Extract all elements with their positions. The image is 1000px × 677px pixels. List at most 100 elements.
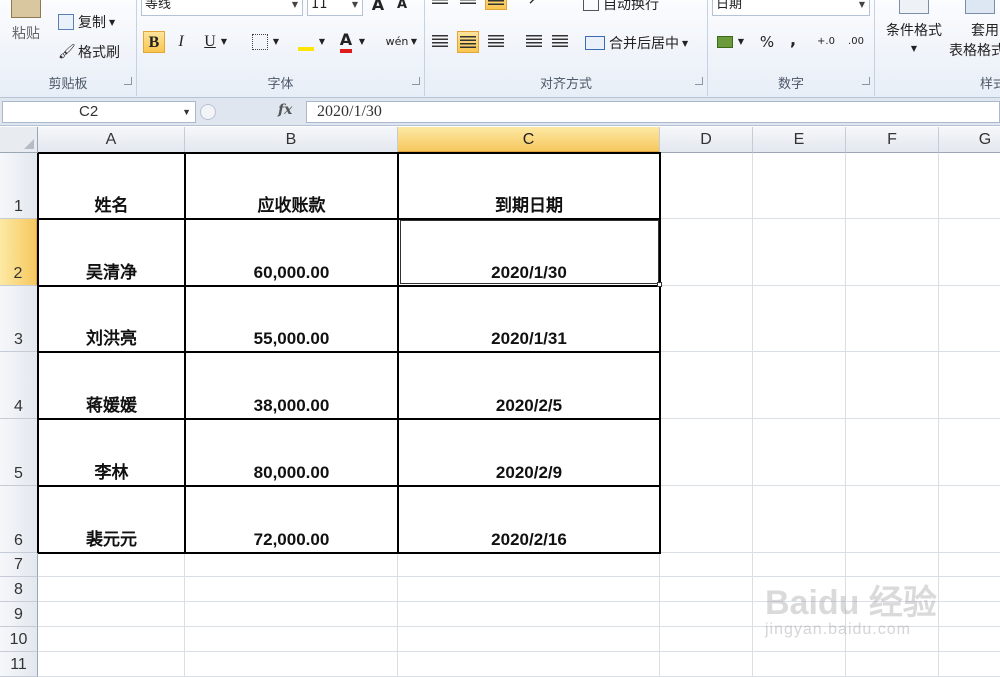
italic-button[interactable]: I <box>170 31 192 53</box>
phonetic-button[interactable]: wén <box>383 31 411 53</box>
row-header-7[interactable]: 7 <box>0 553 38 577</box>
clipboard-launcher-icon[interactable] <box>124 77 132 85</box>
data-cell-b5[interactable]: 80,000.00 <box>185 419 398 486</box>
column-header-b[interactable]: B <box>185 127 398 153</box>
data-cell-a4[interactable]: 蒋媛媛 <box>38 352 185 419</box>
phonetic-dropdown-icon[interactable]: ▼ <box>409 31 419 53</box>
number-format-dropdown-icon[interactable]: ▼ <box>855 0 869 15</box>
increase-indent-icon[interactable] <box>549 31 571 53</box>
column-header-d[interactable]: D <box>660 127 753 153</box>
row-header-2[interactable]: 2 <box>0 219 38 286</box>
font-group: 等线 ▼ 11 ▼ A A B I U ▼ ▼ ▼ A ▼ wén ▼ 字体 <box>137 0 425 96</box>
table-border-vertical <box>397 153 399 553</box>
row-header-6[interactable]: 6 <box>0 486 38 553</box>
bold-button[interactable]: B <box>143 31 165 53</box>
align-center-icon[interactable] <box>457 31 479 53</box>
column-header-a[interactable]: A <box>38 127 185 153</box>
copy-button[interactable]: 复制 ▼ <box>58 12 115 32</box>
font-name-combo[interactable]: 等线 ▼ <box>141 0 303 16</box>
underline-button[interactable]: U <box>199 31 221 53</box>
format-as-table-button[interactable]: 套用 表格格式 <box>949 0 1000 60</box>
copy-label: 复制 <box>78 15 106 31</box>
row-header-3[interactable]: 3 <box>0 286 38 352</box>
column-header-c[interactable]: C <box>398 127 660 153</box>
fill-color-icon[interactable] <box>295 31 317 53</box>
insert-function-icon[interactable]: fx <box>278 102 292 118</box>
wrap-text-button[interactable]: 自动换行 <box>583 0 659 14</box>
align-left-icon[interactable] <box>429 31 451 53</box>
fill-color-dropdown-icon[interactable]: ▼ <box>317 31 327 53</box>
font-color-button[interactable]: A <box>335 29 357 53</box>
decrease-indent-icon[interactable] <box>523 31 545 53</box>
font-group-label: 字体 <box>267 77 294 92</box>
font-size-combo[interactable]: 11 ▼ <box>307 0 363 16</box>
grow-font-icon[interactable]: A <box>367 0 389 16</box>
data-cell-a3[interactable]: 刘洪亮 <box>38 286 185 352</box>
merge-center-button[interactable]: 合并后居中 ▼ <box>585 33 688 53</box>
data-cell-b6[interactable]: 72,000.00 <box>185 486 398 553</box>
comma-button[interactable]: , <box>782 29 804 51</box>
bottom-align-icon[interactable] <box>485 0 507 10</box>
row-header-11[interactable]: 11 <box>0 652 38 677</box>
align-right-icon[interactable] <box>485 31 507 53</box>
percent-button[interactable]: % <box>756 31 778 53</box>
conditional-format-button[interactable]: 条件格式 ▼ <box>879 0 949 53</box>
data-cell-c3[interactable]: 2020/1/31 <box>398 286 660 352</box>
currency-icon[interactable] <box>714 31 736 53</box>
data-cell-c6[interactable]: 2020/2/16 <box>398 486 660 553</box>
alignment-group-label: 对齐方式 <box>539 77 592 92</box>
header-cell-b1[interactable]: 应收账款 <box>185 153 398 219</box>
copy-dropdown-icon: ▼ <box>109 17 116 27</box>
row-header-5[interactable]: 5 <box>0 419 38 486</box>
alignment-launcher-icon[interactable] <box>695 77 703 85</box>
top-align-icon[interactable] <box>429 0 451 10</box>
format-painter-button[interactable]: 🖌 格式刷 <box>58 42 120 62</box>
paste-button[interactable]: 粘贴 <box>6 0 46 43</box>
font-color-dropdown-icon[interactable]: ▼ <box>357 31 367 53</box>
font-color-glyph: A <box>339 31 353 53</box>
border-icon[interactable] <box>249 31 271 53</box>
number-launcher-icon[interactable] <box>862 77 870 85</box>
data-cell-a5[interactable]: 李林 <box>38 419 185 486</box>
data-cell-c5[interactable]: 2020/2/9 <box>398 419 660 486</box>
border-dropdown-icon[interactable]: ▼ <box>271 31 281 53</box>
increase-decimal-button[interactable]: +.0 <box>814 31 838 53</box>
orientation-icon[interactable]: ↗ <box>523 0 545 10</box>
row-header-1[interactable]: 1 <box>0 153 38 219</box>
formula-bar-splitter[interactable] <box>200 104 216 120</box>
font-launcher-icon[interactable] <box>412 77 420 85</box>
formula-value: 2020/1/30 <box>317 103 382 120</box>
shrink-font-icon[interactable]: A <box>391 0 413 16</box>
data-cell-a2[interactable]: 吴清净 <box>38 219 185 286</box>
select-all-corner[interactable] <box>0 127 38 153</box>
row-number: 11 <box>10 656 27 673</box>
column-header-g[interactable]: G <box>939 127 1000 153</box>
data-cell-c4[interactable]: 2020/2/5 <box>398 352 660 419</box>
currency-dropdown-icon[interactable]: ▼ <box>736 31 746 53</box>
row-header-4[interactable]: 4 <box>0 352 38 419</box>
active-cell-selection[interactable] <box>400 220 659 284</box>
font-name-dropdown-icon[interactable]: ▼ <box>288 0 302 15</box>
row-header-8[interactable]: 8 <box>0 577 38 602</box>
font-name-value: 等线 <box>145 0 172 12</box>
header-cell-c1[interactable]: 到期日期 <box>398 153 660 219</box>
data-cell-b2[interactable]: 60,000.00 <box>185 219 398 286</box>
data-cell-a6[interactable]: 裴元元 <box>38 486 185 553</box>
row-header-10[interactable]: 10 <box>0 627 38 652</box>
column-header-f[interactable]: F <box>846 127 939 153</box>
middle-align-icon[interactable] <box>457 0 479 10</box>
underline-dropdown-icon[interactable]: ▼ <box>219 31 229 53</box>
font-size-dropdown-icon[interactable]: ▼ <box>348 0 362 15</box>
column-header-e[interactable]: E <box>753 127 846 153</box>
name-box-value: C2 <box>79 103 99 120</box>
fill-handle[interactable] <box>657 282 662 287</box>
row-header-9[interactable]: 9 <box>0 602 38 627</box>
decrease-decimal-button[interactable]: .00 <box>844 31 868 53</box>
formula-input[interactable]: 2020/1/30 <box>306 101 1000 123</box>
name-box[interactable]: C2 ▼ <box>2 101 196 123</box>
name-box-dropdown-icon[interactable]: ▼ <box>182 102 191 122</box>
data-cell-b4[interactable]: 38,000.00 <box>185 352 398 419</box>
number-format-combo[interactable]: 日期 ▼ <box>712 0 870 16</box>
header-cell-a1[interactable]: 姓名 <box>38 153 185 219</box>
data-cell-b3[interactable]: 55,000.00 <box>185 286 398 352</box>
